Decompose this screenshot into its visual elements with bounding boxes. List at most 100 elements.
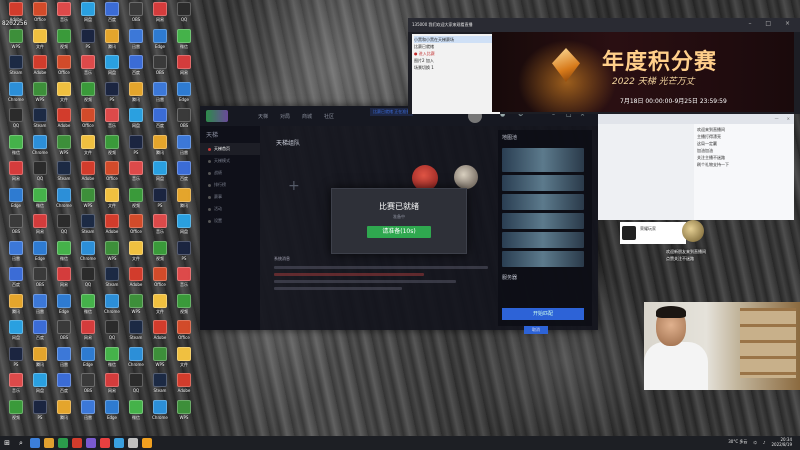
desktop-icon[interactable]: 网盘 — [28, 373, 52, 393]
desktop-icon[interactable]: WPS — [100, 240, 124, 261]
sidebar-item[interactable]: 战绩 — [200, 167, 260, 179]
desktop-icon[interactable]: 视频 — [172, 293, 196, 314]
desktop-icon[interactable]: 网盘 — [4, 320, 28, 340]
desktop-icon[interactable]: Steam — [124, 320, 148, 340]
sidebar-item[interactable]: 排行榜 — [200, 179, 260, 191]
desktop-icon[interactable]: QQ — [52, 214, 76, 234]
desktop-icon[interactable]: 百度 — [124, 55, 148, 75]
desktop-icon[interactable]: 腾讯 — [100, 28, 124, 49]
desktop-icon[interactable]: 腾讯 — [148, 134, 172, 155]
desktop-icon[interactable]: 视频 — [52, 28, 76, 49]
desktop-icon[interactable]: 网易 — [100, 373, 124, 393]
desktop-icon[interactable]: Office — [76, 108, 100, 128]
desktop-icon[interactable]: Chrome — [52, 187, 76, 208]
desktop-icon[interactable]: OBS — [76, 373, 100, 393]
desktop-icon[interactable]: Edge — [52, 293, 76, 314]
game-tab[interactable]: 商城 — [302, 113, 312, 120]
desktop-icon[interactable]: 文件 — [172, 346, 196, 367]
desktop-icon[interactable]: Chrome — [148, 399, 172, 420]
volume-icon[interactable]: ♪ — [763, 440, 766, 445]
desktop-icon[interactable]: 迅雷 — [172, 134, 196, 155]
scene-item[interactable]: ● 进入比赛 — [414, 50, 498, 57]
desktop-icon[interactable]: 文件 — [124, 240, 148, 261]
desktop-icon[interactable]: 音乐 — [100, 108, 124, 128]
sidebar-item[interactable]: 天梯模式 — [200, 155, 260, 167]
desktop-icon[interactable]: OBS — [148, 55, 172, 75]
desktop-icon[interactable]: 网易 — [4, 161, 28, 181]
desktop-icon[interactable]: 迅雷 — [52, 346, 76, 367]
desktop-icon[interactable]: 迅雷 — [28, 293, 52, 314]
desktop-icon[interactable]: Office — [124, 214, 148, 234]
game-tab[interactable]: 天梯 — [258, 113, 268, 120]
desktop-icon[interactable]: 百度 — [28, 320, 52, 340]
desktop-icon[interactable]: 网盘 — [100, 55, 124, 75]
desktop-icon[interactable]: 腾讯 — [124, 81, 148, 102]
desktop-icon[interactable]: Edge — [4, 187, 28, 208]
desktop-icon[interactable]: Adobe — [148, 320, 172, 340]
map-tile[interactable] — [502, 213, 584, 229]
desktop-icon[interactable]: PS — [148, 187, 172, 208]
taskbar-app-icon[interactable] — [100, 438, 110, 448]
desktop-icon[interactable]: 视频 — [124, 187, 148, 208]
map-tile[interactable] — [502, 194, 584, 210]
map-tile[interactable] — [502, 232, 584, 248]
desktop-icon[interactable]: Steam — [76, 214, 100, 234]
desktop-icon[interactable]: PS — [76, 28, 100, 49]
desktop-icon[interactable]: WPS — [76, 187, 100, 208]
desktop-icon[interactable]: 微信 — [52, 240, 76, 261]
desktop-icon[interactable]: 网盘 — [124, 108, 148, 128]
desktop-icon[interactable]: OBS — [28, 267, 52, 287]
desktop-icon[interactable]: OBS — [52, 320, 76, 340]
desktop-icon[interactable]: 网易 — [28, 214, 52, 234]
desktop-icon[interactable]: 音乐 — [124, 161, 148, 181]
desktop-icon[interactable]: WPS — [172, 399, 196, 420]
desktop-icon[interactable]: 网易 — [76, 320, 100, 340]
desktop-icon[interactable]: Office — [100, 161, 124, 181]
desktop-icon[interactable]: 文件 — [28, 28, 52, 49]
desktop-icon[interactable]: 微信 — [28, 187, 52, 208]
desktop-icon[interactable]: 百度 — [148, 108, 172, 128]
map-tile[interactable] — [502, 148, 584, 172]
desktop-icon[interactable]: Steam — [100, 267, 124, 287]
search-icon[interactable]: ⌕ — [14, 436, 28, 450]
taskbar-app-icon[interactable] — [72, 438, 82, 448]
desktop-icon[interactable]: Adobe — [4, 2, 28, 22]
sidebar-item[interactable]: 活动 — [200, 203, 260, 215]
desktop-icon[interactable]: Adobe — [76, 161, 100, 181]
desktop-icon[interactable]: WPS — [124, 293, 148, 314]
desktop-icon[interactable]: Adobe — [172, 373, 196, 393]
desktop-icon[interactable]: OBS — [172, 108, 196, 128]
desktop-icon[interactable]: 视频 — [100, 134, 124, 155]
desktop-icon[interactable]: Office — [148, 267, 172, 287]
sidebar-item[interactable]: 赛事 — [200, 191, 260, 203]
desktop-icon[interactable]: 微信 — [100, 346, 124, 367]
desktop-icon[interactable]: 文件 — [76, 134, 100, 155]
desktop-icon[interactable]: Steam — [28, 108, 52, 128]
scene-item[interactable]: 小黑和小黑在天梯赛场 — [414, 36, 498, 43]
network-icon[interactable]: ⌬ — [753, 440, 757, 445]
map-tile[interactable] — [502, 175, 584, 191]
desktop-icon[interactable]: WPS — [4, 28, 28, 49]
desktop-icon[interactable]: Edge — [76, 346, 100, 367]
windows-start-icon[interactable]: ⊞ — [0, 436, 14, 450]
cancel-button[interactable]: 取消 — [524, 326, 548, 334]
desktop-icon[interactable]: Adobe — [100, 214, 124, 234]
desktop-icon[interactable]: Adobe — [52, 108, 76, 128]
system-clock[interactable]: 20:34 2022/8/19 — [771, 437, 792, 447]
desktop-icon[interactable]: 网盘 — [172, 214, 196, 234]
taskbar-app-icon[interactable] — [86, 438, 96, 448]
desktop-icon[interactable]: Adobe — [28, 55, 52, 75]
desktop-icon[interactable]: 微信 — [172, 28, 196, 49]
window-controls[interactable]: – □ × — [748, 20, 796, 27]
desktop-icon[interactable]: 文件 — [148, 293, 172, 314]
desktop-icon[interactable]: 文件 — [52, 81, 76, 102]
desktop-icon[interactable]: 网易 — [172, 55, 196, 75]
desktop-icon[interactable]: Steam — [4, 55, 28, 75]
sidebar-item[interactable]: 天梯首页 — [200, 143, 260, 155]
desktop-icon[interactable]: 音乐 — [4, 373, 28, 393]
desktop-icon[interactable]: PS — [172, 240, 196, 261]
desktop-icon[interactable]: 音乐 — [172, 267, 196, 287]
desktop-icon[interactable]: 腾讯 — [172, 187, 196, 208]
desktop-icon[interactable]: Edge — [172, 81, 196, 102]
taskbar-app-icon[interactable] — [128, 438, 138, 448]
